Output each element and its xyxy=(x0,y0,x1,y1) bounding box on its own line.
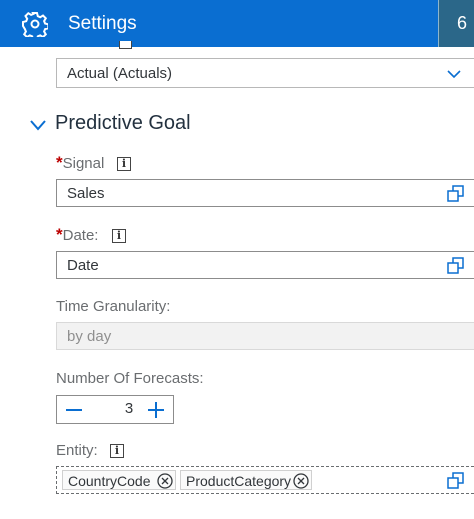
info-icon[interactable]: i xyxy=(117,157,131,171)
minus-icon xyxy=(66,409,82,411)
info-icon[interactable]: i xyxy=(110,444,124,458)
required-marker: * xyxy=(56,153,63,172)
token-label: CountryCode xyxy=(68,473,151,489)
time-granularity-field: by day xyxy=(56,322,474,350)
token-label: ProductCategory xyxy=(186,473,292,489)
gear-icon xyxy=(22,11,48,37)
header-action-button[interactable]: 6 xyxy=(438,0,474,47)
remove-token-icon[interactable] xyxy=(293,473,309,489)
value-help-icon[interactable] xyxy=(447,257,464,274)
page-title: Settings xyxy=(68,13,137,34)
time-granularity-label: Time Granularity: xyxy=(56,298,171,315)
time-granularity-value: by day xyxy=(67,328,112,345)
version-select[interactable]: Actual (Actuals) xyxy=(56,58,474,88)
section-title-predictive-goal: Predictive Goal xyxy=(55,112,191,134)
value-help-icon[interactable] xyxy=(447,185,464,202)
forecast-count-value[interactable]: 3 xyxy=(123,400,135,417)
plus-icon-vertical xyxy=(155,402,157,418)
signal-value: Sales xyxy=(67,185,105,202)
quantity-stepper[interactable]: 3 xyxy=(56,395,174,424)
signal-label-text: Signal xyxy=(62,155,105,172)
version-select-value: Actual (Actuals) xyxy=(67,65,173,82)
info-icon[interactable] xyxy=(119,41,132,49)
date-label: *Date: xyxy=(56,226,98,245)
remove-token-icon[interactable] xyxy=(157,473,173,489)
date-input[interactable]: Date xyxy=(56,251,474,279)
token-product-category[interactable]: ProductCategory xyxy=(180,470,312,490)
decrement-button[interactable] xyxy=(59,396,89,423)
date-value: Date xyxy=(67,257,99,274)
chevron-down-icon[interactable] xyxy=(447,69,461,79)
signal-input[interactable]: Sales xyxy=(56,179,474,207)
required-marker: * xyxy=(56,225,63,244)
settings-header: Settings 6 xyxy=(0,0,474,47)
increment-button[interactable] xyxy=(141,396,171,423)
signal-label: *Signal xyxy=(56,154,104,173)
info-icon[interactable]: i xyxy=(112,229,126,243)
value-help-icon[interactable] xyxy=(447,472,464,489)
entity-multi-input[interactable]: CountryCode ProductCategory xyxy=(56,466,474,494)
date-label-text: Date: xyxy=(62,227,99,244)
entity-label: Entity: xyxy=(56,442,98,459)
collapse-chevron-icon[interactable] xyxy=(30,119,46,131)
token-country-code[interactable]: CountryCode xyxy=(62,470,176,490)
number-of-forecasts-label: Number Of Forecasts: xyxy=(56,370,204,387)
